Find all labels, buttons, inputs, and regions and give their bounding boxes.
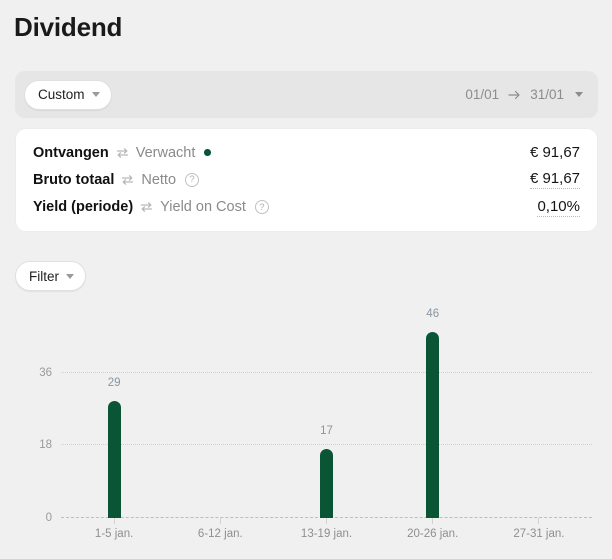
label-bruto-totaal[interactable]: Bruto totaal xyxy=(33,172,114,188)
x-axis-tick-label: 1-5 jan. xyxy=(94,528,134,540)
date-range-selector[interactable]: 01/01 31/01 xyxy=(465,87,589,102)
green-dot-icon xyxy=(204,149,211,156)
filter-button[interactable]: Filter xyxy=(15,261,86,291)
summary-row-received: Ontvangen Verwacht € 91,67 xyxy=(33,139,580,166)
x-axis-tick-mark xyxy=(326,518,327,524)
summary-row-labels: Ontvangen Verwacht xyxy=(33,145,211,161)
chart-bar-slot[interactable] xyxy=(167,308,273,524)
chart-plot-area: 0 18 36 29 17 46 xyxy=(39,308,592,524)
summary-row-yield: Yield (periode) Yield on Cost ? 0,10% xyxy=(33,194,580,221)
y-axis-tick-label: 0 xyxy=(45,512,52,524)
chart-bar[interactable] xyxy=(426,332,440,518)
swap-icon[interactable] xyxy=(121,174,134,186)
swap-icon[interactable] xyxy=(116,147,129,159)
arrow-right-icon xyxy=(508,90,521,100)
chart-bar[interactable] xyxy=(107,400,121,518)
summary-value-yield: 0,10% xyxy=(537,197,580,217)
chevron-down-icon xyxy=(575,92,583,97)
help-circle-icon[interactable]: ? xyxy=(254,200,269,215)
x-axis-tick-mark xyxy=(432,518,434,524)
bar-value-label: 17 xyxy=(320,425,333,438)
summary-value-received: € 91,67 xyxy=(529,144,580,162)
label-ontvangen[interactable]: Ontvangen xyxy=(33,145,109,161)
chart-bars: 29 17 46 xyxy=(61,308,592,524)
date-range-start: 01/01 xyxy=(465,87,500,102)
chart-x-axis-labels: 1-5 jan. 6-12 jan. 13-19 jan. 20-26 jan. 27-… xyxy=(61,528,592,540)
x-axis-tick-label: 6-12 jan. xyxy=(197,528,243,540)
summary-row-labels: Bruto totaal Netto ? xyxy=(33,172,200,188)
x-axis-tick-label: 13-19 jan. xyxy=(300,528,353,540)
page-title: Dividend xyxy=(14,12,123,42)
summary-value-gross: € 91,67 xyxy=(529,170,580,190)
label-netto[interactable]: Netto xyxy=(141,172,176,188)
y-axis-tick-label: 36 xyxy=(39,366,52,379)
chart-bar[interactable] xyxy=(320,449,333,518)
chart-bar-slot[interactable]: 29 xyxy=(61,308,167,524)
x-axis-tick-mark xyxy=(219,518,221,524)
help-circle-icon[interactable]: ? xyxy=(185,172,200,187)
chart-bar-slot[interactable]: 46 xyxy=(380,308,486,524)
label-yield-periode[interactable]: Yield (periode) xyxy=(33,199,133,215)
x-axis-tick-mark xyxy=(538,518,540,524)
chevron-down-icon xyxy=(91,92,100,97)
x-axis-tick-mark xyxy=(113,518,115,524)
date-toolbar: Custom 01/01 31/01 xyxy=(15,71,598,118)
label-verwacht[interactable]: Verwacht xyxy=(136,145,196,161)
summary-card: Ontvangen Verwacht € 91,67 Bruto totaal xyxy=(15,128,598,232)
swap-icon[interactable] xyxy=(140,201,153,213)
date-preset-label: Custom xyxy=(38,87,85,102)
filter-button-label: Filter xyxy=(29,268,59,284)
date-range-end: 31/01 xyxy=(530,87,564,102)
date-preset-button[interactable]: Custom xyxy=(24,79,112,110)
summary-row-gross: Bruto totaal Netto ? € 91,67 xyxy=(33,166,580,193)
x-axis-tick-label: 20-26 jan. xyxy=(407,528,459,540)
summary-row-labels: Yield (periode) Yield on Cost ? xyxy=(33,199,269,215)
x-axis-tick-label: 27-31 jan. xyxy=(513,528,565,540)
bar-value-label: 46 xyxy=(426,308,440,321)
bar-value-label: 29 xyxy=(107,376,121,389)
chart-bar-slot[interactable]: 17 xyxy=(273,308,379,524)
chevron-down-icon xyxy=(66,273,74,279)
chart-bar-slot[interactable] xyxy=(486,308,592,524)
label-yield-on-cost[interactable]: Yield on Cost xyxy=(160,199,246,215)
y-axis-tick-label: 18 xyxy=(39,439,52,452)
dividend-bar-chart: 0 18 36 29 17 46 1-5 jan. 6-12 jan. 13-19 jan.… xyxy=(15,300,598,550)
dividend-page: Dividend Custom 01/01 31/01 Ontvangen Ve… xyxy=(0,0,612,559)
